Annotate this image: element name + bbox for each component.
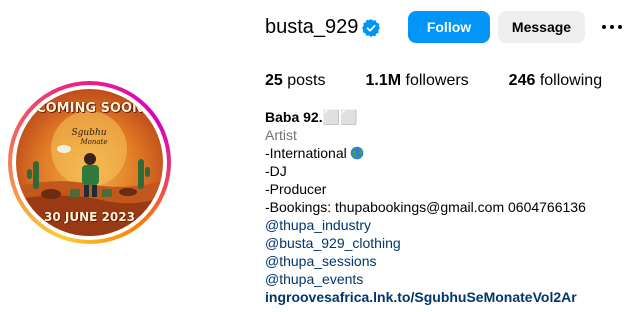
mention-link-thupa-industry[interactable]: @thupa_industry <box>265 217 586 235</box>
profile-avatar-ring[interactable]: Sgubhu Monate COMING SOON 30 JUNE 2023 <box>8 81 171 244</box>
mention-link-thupa-sessions[interactable]: @thupa_sessions <box>265 253 586 271</box>
posts-label: posts <box>287 72 326 89</box>
globe-emoji-icon <box>350 146 364 160</box>
followers-label: followers <box>405 72 469 89</box>
posts-count: 25 <box>265 72 283 89</box>
profile-stats: 25 posts 1.1M followers 246 following <box>265 72 637 90</box>
followers-count: 1.1M <box>365 72 402 89</box>
bio-line-dj: -DJ <box>265 163 287 179</box>
more-dot <box>610 25 614 29</box>
mention-link-busta-clothing[interactable]: @busta_929_clothing <box>265 235 586 253</box>
svg-text:Sgubhu: Sgubhu <box>71 128 106 138</box>
verified-badge-icon <box>362 19 380 37</box>
more-dot <box>602 25 606 29</box>
avatar-top-text: COMING SOON <box>36 101 143 116</box>
avatar-bottom-text: 30 JUNE 2023 <box>44 210 135 224</box>
bio-line-bookings: -Bookings: thupabookings@gmail.com 06047… <box>265 199 586 215</box>
mention-link-thupa-events[interactable]: @thupa_events <box>265 271 586 289</box>
profile-category: Artist <box>265 127 297 143</box>
profile-bio: Baba 92.⬜⬜ Artist -International -DJ -Pr… <box>265 109 586 307</box>
avatar-gap: Sgubhu Monate COMING SOON 30 JUNE 2023 <box>12 85 167 240</box>
message-button[interactable]: Message <box>498 11 585 43</box>
profile-display-name: Baba 92.⬜⬜ <box>265 109 358 125</box>
following-stat[interactable]: 246 following <box>509 72 602 90</box>
bio-external-link[interactable]: ingroovesafrica.lnk.to/SgubhuSeMonateVol… <box>265 289 586 307</box>
bio-line-producer: -Producer <box>265 181 327 197</box>
followers-stat[interactable]: 1.1M followers <box>366 72 469 90</box>
svg-text:Monate: Monate <box>79 138 107 146</box>
following-count: 246 <box>508 72 536 89</box>
posts-stat: 25 posts <box>265 72 326 90</box>
bio-line-text: -International <box>265 145 347 161</box>
profile-username[interactable]: busta_929 <box>265 16 358 39</box>
follow-button[interactable]: Follow <box>408 11 490 43</box>
profile-avatar[interactable]: Sgubhu Monate COMING SOON 30 JUNE 2023 <box>16 89 163 236</box>
more-options-icon[interactable] <box>602 20 626 34</box>
following-label: following <box>539 72 603 89</box>
more-dot <box>618 25 622 29</box>
bio-line-international: -International <box>265 145 586 163</box>
